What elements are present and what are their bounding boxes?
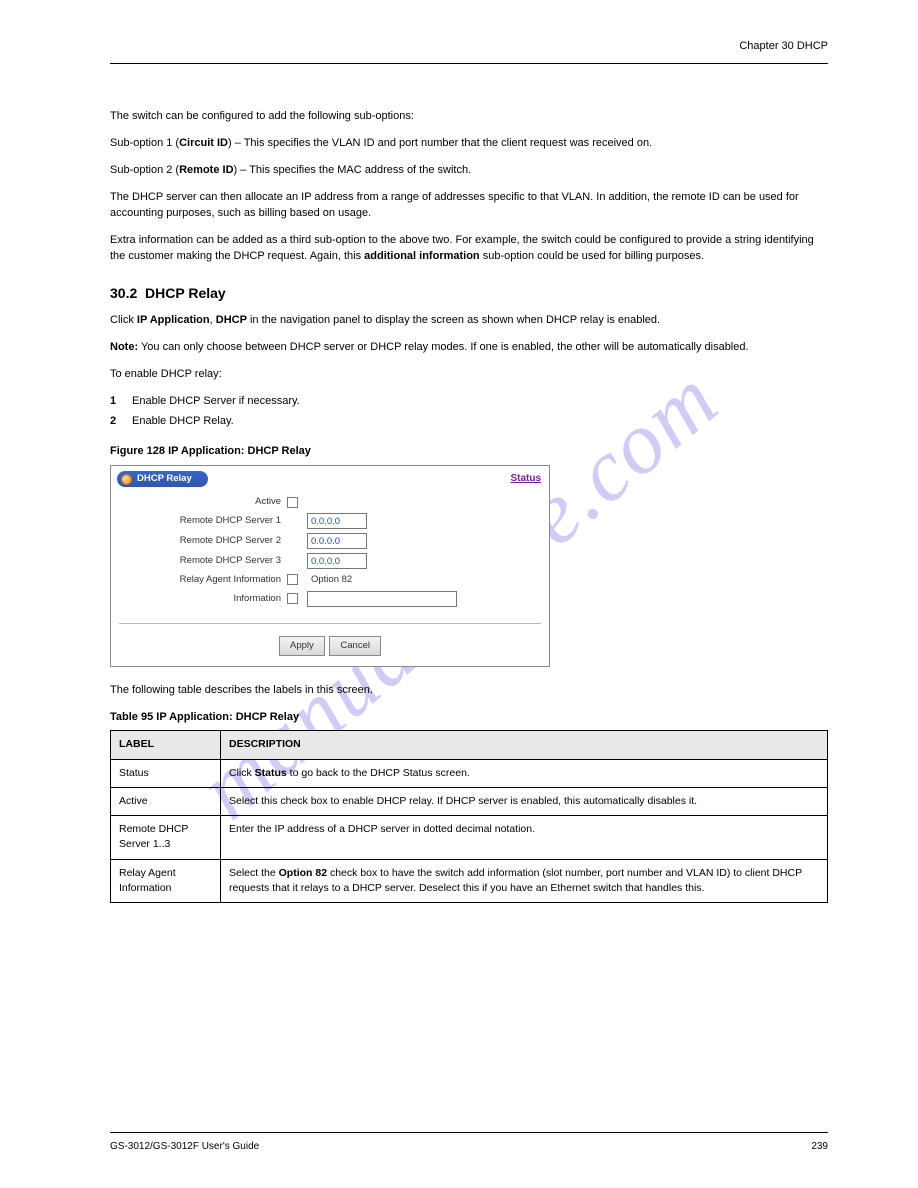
- figure-titlebar: DHCP Relay Status: [111, 466, 549, 489]
- step-text: Enable DHCP Relay.: [132, 414, 234, 430]
- input-remote-server-2[interactable]: [307, 533, 367, 549]
- cell-label: Remote DHCP Server 1..3: [111, 816, 221, 859]
- text: ) – This specifies the MAC address of th…: [234, 164, 472, 176]
- steps-intro: To enable DHCP relay:: [110, 367, 828, 383]
- footer-rule: [110, 1132, 828, 1133]
- text: in the navigation panel to display the s…: [247, 314, 660, 326]
- page-header-right: Chapter 30 DHCP: [739, 40, 828, 52]
- description-table: LABEL DESCRIPTION Status Click Status to…: [110, 730, 828, 903]
- label-information: Information: [121, 592, 281, 606]
- step-number: 1: [110, 394, 124, 410]
- section-heading-30-2: 30.2 DHCP Relay: [110, 283, 828, 303]
- steps-list: 1 Enable DHCP Server if necessary. 2 Enabl…: [110, 394, 828, 430]
- section-number: 30.2: [110, 285, 137, 301]
- row-information: Information: [121, 589, 539, 609]
- paragraph: The switch can be configured to add the …: [110, 109, 828, 125]
- table-intro: The following table describes the labels…: [110, 683, 828, 699]
- label-option82: Option 82: [311, 573, 539, 587]
- footer-left: GS-3012/GS-3012F User's Guide: [110, 1141, 259, 1152]
- cell-label: Status: [111, 759, 221, 787]
- col-label: LABEL: [111, 731, 221, 759]
- label-rai: Relay Agent Information: [121, 573, 281, 587]
- input-information[interactable]: [307, 591, 457, 607]
- row-remote-server-1: Remote DHCP Server 1: [121, 511, 539, 531]
- step-item: 1 Enable DHCP Server if necessary.: [110, 394, 828, 410]
- step-item: 2 Enable DHCP Relay.: [110, 414, 828, 430]
- bold-text: Option 82: [279, 867, 327, 879]
- table-row: Remote DHCP Server 1..3 Enter the IP add…: [111, 816, 828, 859]
- row-active: Active: [121, 493, 539, 511]
- table-row: Active Select this check box to enable D…: [111, 787, 828, 815]
- text: Click: [110, 314, 137, 326]
- note: Note: You can only choose between DHCP s…: [110, 340, 828, 356]
- input-remote-server-3[interactable]: [307, 553, 367, 569]
- label-rs1: Remote DHCP Server 1: [121, 514, 281, 528]
- text: ) – This specifies the VLAN ID and port …: [228, 137, 652, 149]
- cancel-button[interactable]: Cancel: [329, 636, 381, 656]
- page-content: The switch can be configured to add the …: [110, 109, 828, 903]
- row-remote-server-2: Remote DHCP Server 2: [121, 531, 539, 551]
- nav-dhcp: DHCP: [216, 314, 247, 326]
- table-row: Status Click Status to go back to the DH…: [111, 759, 828, 787]
- row-remote-server-3: Remote DHCP Server 3: [121, 551, 539, 571]
- table-row: Relay Agent Information Select the Optio…: [111, 859, 828, 902]
- row-relay-agent-info: Relay Agent Information Option 82: [121, 571, 539, 589]
- checkbox-active[interactable]: [287, 497, 298, 508]
- apply-button[interactable]: Apply: [279, 636, 325, 656]
- checkbox-information[interactable]: [287, 593, 298, 604]
- input-remote-server-1[interactable]: [307, 513, 367, 529]
- form-area: Active Remote DHCP Server 1 Remote DHCP …: [111, 489, 549, 617]
- panel-title-text: DHCP Relay: [137, 472, 192, 486]
- bold-text: Status: [255, 767, 287, 779]
- term-circuit-id: Circuit ID: [179, 137, 228, 149]
- cell-label: Active: [111, 787, 221, 815]
- status-link[interactable]: Status: [510, 472, 541, 487]
- bullet-icon: [121, 474, 132, 485]
- step-number: 2: [110, 414, 124, 430]
- table-header-row: LABEL DESCRIPTION: [111, 731, 828, 759]
- panel-title-pill: DHCP Relay: [117, 471, 208, 487]
- nav-ip-application: IP Application: [137, 314, 210, 326]
- divider: [119, 623, 541, 624]
- label-rs2: Remote DHCP Server 2: [121, 534, 281, 548]
- cell-desc: Select the Option 82 check box to have t…: [221, 859, 828, 902]
- paragraph: Sub-option 1 (Circuit ID) – This specifi…: [110, 136, 828, 152]
- note-text: You can only choose between DHCP server …: [141, 341, 749, 353]
- checkbox-option82[interactable]: [287, 574, 298, 585]
- text: sub-option could be used for billing pur…: [480, 250, 704, 262]
- note-label: Note:: [110, 341, 138, 353]
- button-row: Apply Cancel: [111, 630, 549, 666]
- step-text: Enable DHCP Server if necessary.: [132, 394, 300, 410]
- paragraph: The DHCP server can then allocate an IP …: [110, 190, 828, 222]
- term-remote-id: Remote ID: [179, 164, 233, 176]
- cell-desc: Click Status to go back to the DHCP Stat…: [221, 759, 828, 787]
- cell-desc: Enter the IP address of a DHCP server in…: [221, 816, 828, 859]
- table-caption: Table 95 IP Application: DHCP Relay: [110, 710, 828, 726]
- cell-label: Relay Agent Information: [111, 859, 221, 902]
- cell-desc: Select this check box to enable DHCP rel…: [221, 787, 828, 815]
- text: Click: [229, 767, 255, 779]
- figure-caption: Figure 128 IP Application: DHCP Relay: [110, 444, 828, 460]
- text: Sub-option 2 (: [110, 164, 179, 176]
- paragraph: Click IP Application, DHCP in the naviga…: [110, 313, 828, 329]
- section-title: DHCP Relay: [145, 285, 226, 301]
- paragraph: Sub-option 2 (Remote ID) – This specifie…: [110, 163, 828, 179]
- paragraph: Extra information can be added as a thir…: [110, 233, 828, 265]
- col-description: DESCRIPTION: [221, 731, 828, 759]
- footer-page-number: 239: [811, 1141, 828, 1152]
- text: Select the: [229, 867, 279, 879]
- text: to go back to the DHCP Status screen.: [287, 767, 470, 779]
- label-rs3: Remote DHCP Server 3: [121, 554, 281, 568]
- header-rule: [110, 63, 828, 64]
- figure-dhcp-relay: DHCP Relay Status Active Remote DHCP Ser…: [110, 465, 550, 666]
- term-additional-info: additional information: [364, 250, 480, 262]
- label-active: Active: [121, 495, 281, 509]
- text: Sub-option 1 (: [110, 137, 179, 149]
